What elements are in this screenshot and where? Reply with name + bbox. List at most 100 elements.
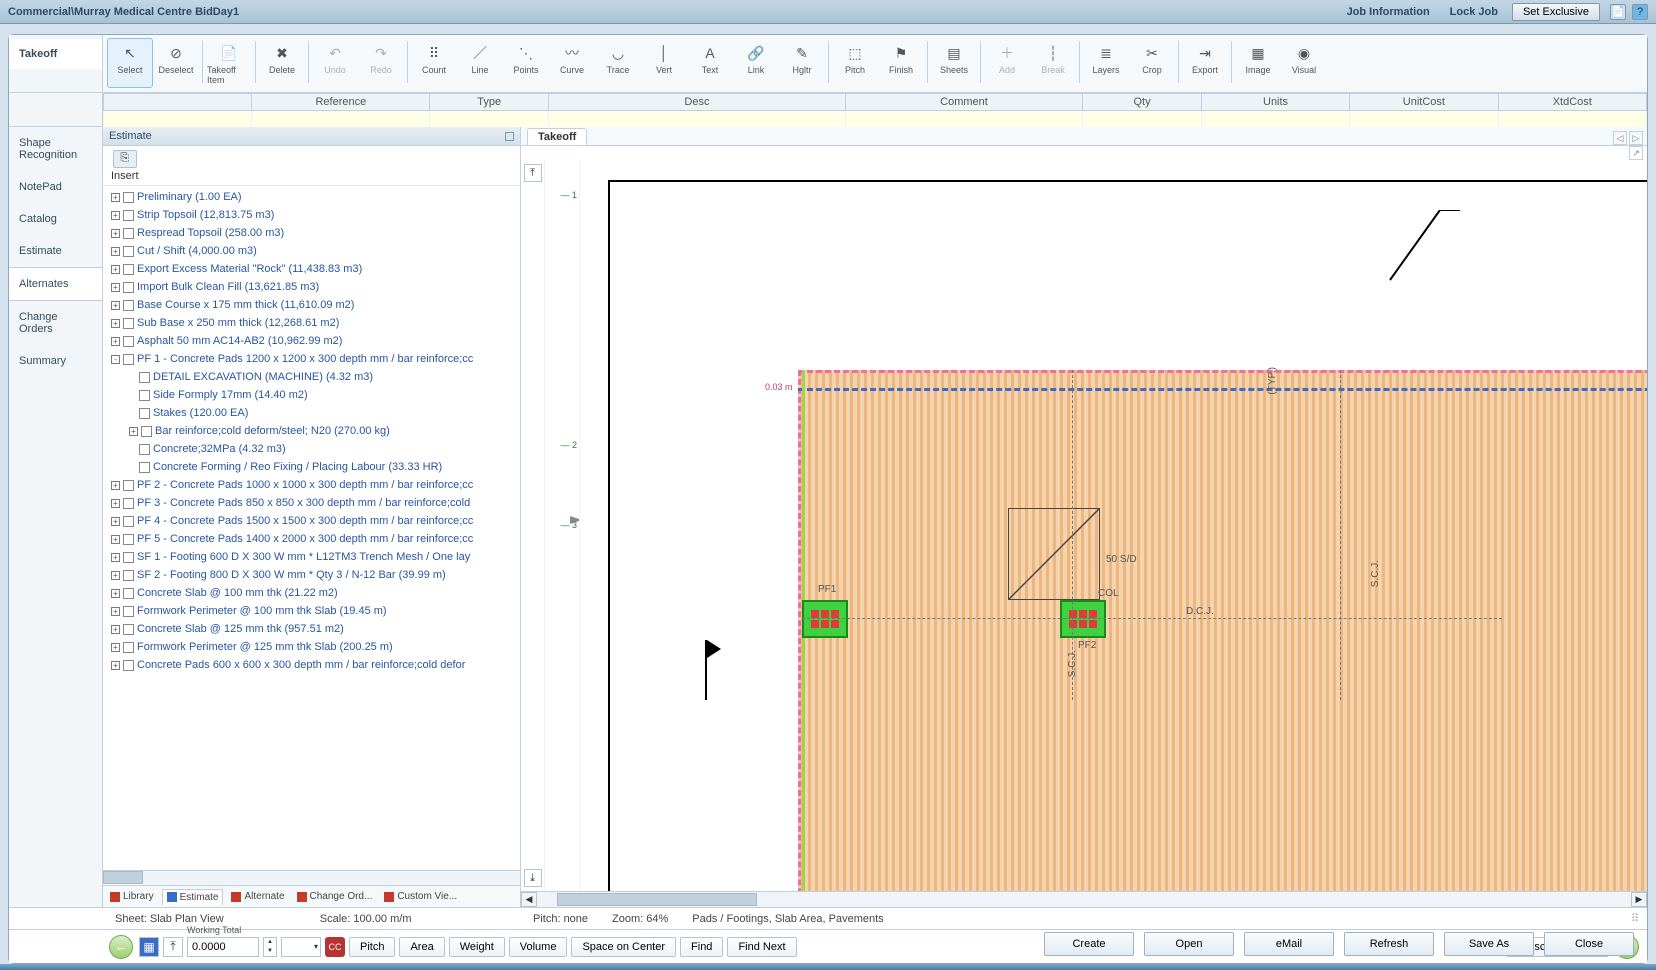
scroll-bottom-icon[interactable]: ⤓ bbox=[524, 869, 542, 887]
create-button[interactable]: Create bbox=[1044, 932, 1134, 956]
tool-select[interactable]: ↖Select bbox=[107, 38, 153, 88]
expand-icon[interactable]: + bbox=[111, 319, 120, 328]
resize-grip-icon[interactable]: ⠿ bbox=[1631, 912, 1647, 925]
col-Qty[interactable]: Qty bbox=[1083, 94, 1202, 111]
cell-UnitCost[interactable] bbox=[1350, 111, 1498, 128]
set-exclusive-button[interactable]: Set Exclusive bbox=[1512, 3, 1600, 21]
checkbox[interactable] bbox=[123, 282, 134, 293]
ptab-custom-view[interactable]: Custom Vie... bbox=[380, 889, 461, 904]
tool-crop[interactable]: ✂Crop bbox=[1129, 38, 1175, 88]
canvas-h-scrollbar[interactable]: ◀▶ bbox=[521, 891, 1647, 907]
expand-icon[interactable]: + bbox=[111, 229, 120, 238]
lock-job-link[interactable]: Lock Job bbox=[1450, 6, 1498, 18]
cell-Type[interactable] bbox=[430, 111, 549, 128]
checkbox[interactable] bbox=[123, 336, 134, 347]
checkbox[interactable] bbox=[123, 354, 134, 365]
tree-item[interactable]: +Import Bulk Clean Fill (13,621.85 m3) bbox=[111, 278, 516, 296]
tab-shape-recognition[interactable]: Shape Recognition bbox=[9, 127, 102, 171]
tool-hgltr[interactable]: ✎Hgltr bbox=[779, 38, 825, 88]
expand-icon[interactable]: + bbox=[111, 499, 120, 508]
tab-alternates[interactable]: Alternates bbox=[9, 267, 102, 301]
tab-summary[interactable]: Summary bbox=[9, 345, 102, 377]
tool-sheets[interactable]: ▤Sheets bbox=[931, 38, 977, 88]
checkbox[interactable] bbox=[123, 480, 134, 491]
email-button[interactable]: eMail bbox=[1244, 932, 1334, 956]
col-Desc[interactable]: Desc bbox=[549, 94, 846, 111]
tree-item[interactable]: +PF 2 - Concrete Pads 1000 x 1000 x 300 … bbox=[111, 476, 516, 494]
tree-item[interactable]: Concrete Forming / Reo Fixing / Placing … bbox=[111, 458, 516, 476]
checkbox[interactable] bbox=[139, 462, 150, 473]
pad-marker-pf2[interactable] bbox=[1060, 600, 1106, 638]
cell-Reference[interactable] bbox=[252, 111, 430, 128]
tree-item[interactable]: -PF 1 - Concrete Pads 1200 x 1200 x 300 … bbox=[111, 350, 516, 368]
job-information-link[interactable]: Job Information bbox=[1347, 6, 1430, 18]
tree-h-scrollbar[interactable] bbox=[103, 870, 520, 885]
expand-icon[interactable]: + bbox=[111, 265, 120, 274]
tree-item[interactable]: Stakes (120.00 EA) bbox=[111, 404, 516, 422]
tree-item[interactable]: +Sub Base x 250 mm thick (12,268.61 m2) bbox=[111, 314, 516, 332]
tree-item[interactable]: +Concrete Pads 600 x 600 x 300 depth mm … bbox=[111, 656, 516, 674]
tree-item[interactable]: +PF 5 - Concrete Pads 1400 x 2000 x 300 … bbox=[111, 530, 516, 548]
expand-icon[interactable]: + bbox=[111, 589, 120, 598]
tab-change-orders[interactable]: Change Orders bbox=[9, 301, 102, 345]
tree-item[interactable]: +SF 2 - Footing 800 D X 300 W mm * Qty 3… bbox=[111, 566, 516, 584]
expand-icon[interactable]: + bbox=[111, 193, 120, 202]
checkbox[interactable] bbox=[139, 408, 150, 419]
expand-icon[interactable]: + bbox=[111, 283, 120, 292]
checkbox[interactable] bbox=[123, 300, 134, 311]
checkbox[interactable] bbox=[141, 426, 152, 437]
tree-item[interactable]: +Strip Topsoil (12,813.75 m3) bbox=[111, 206, 516, 224]
ptab-estimate[interactable]: Estimate bbox=[162, 889, 224, 905]
saveas-button[interactable]: Save As bbox=[1444, 932, 1534, 956]
tree-item[interactable]: +Cut / Shift (4,000.00 m3) bbox=[111, 242, 516, 260]
tree-item[interactable]: +PF 4 - Concrete Pads 1500 x 1500 x 300 … bbox=[111, 512, 516, 530]
expand-icon[interactable]: + bbox=[111, 481, 120, 490]
checkbox[interactable] bbox=[123, 660, 134, 671]
tool-pitch[interactable]: ⬚Pitch bbox=[832, 38, 878, 88]
expand-icon[interactable]: - bbox=[111, 355, 120, 364]
expand-icon[interactable]: + bbox=[111, 607, 120, 616]
tree-item[interactable]: +Bar reinforce;cold deform/steel; N20 (2… bbox=[111, 422, 516, 440]
tab-prev-icon[interactable]: ◁ bbox=[1613, 131, 1627, 145]
checkbox[interactable] bbox=[123, 570, 134, 581]
help-icon[interactable]: ? bbox=[1632, 4, 1648, 20]
tree-item[interactable]: +Formwork Perimeter @ 100 mm thk Slab (1… bbox=[111, 602, 516, 620]
tool-count[interactable]: ⠿Count bbox=[411, 38, 457, 88]
tool-text[interactable]: AText bbox=[687, 38, 733, 88]
cell-Comment[interactable] bbox=[845, 111, 1082, 128]
tool-finish[interactable]: ⚑Finish bbox=[878, 38, 924, 88]
cell-blank[interactable] bbox=[104, 111, 252, 128]
tree-item[interactable]: Concrete;32MPa (4.32 m3) bbox=[111, 440, 516, 458]
checkbox[interactable] bbox=[123, 642, 134, 653]
checkbox[interactable] bbox=[139, 444, 150, 455]
tool-line[interactable]: ／Line bbox=[457, 38, 503, 88]
cell-XtdCost[interactable] bbox=[1498, 111, 1646, 128]
pin-icon[interactable] bbox=[505, 132, 514, 141]
tab-estimate[interactable]: Estimate bbox=[9, 235, 102, 267]
col-XtdCost[interactable]: XtdCost bbox=[1498, 94, 1646, 111]
drawing-canvas[interactable]: 0.03 m bbox=[579, 160, 1647, 891]
col-UnitCost[interactable]: UnitCost bbox=[1350, 94, 1498, 111]
col-Units[interactable]: Units bbox=[1201, 94, 1349, 111]
checkbox[interactable] bbox=[123, 246, 134, 257]
tree-item[interactable]: +Respread Topsoil (258.00 m3) bbox=[111, 224, 516, 242]
expand-icon[interactable]: + bbox=[111, 337, 120, 346]
close-button[interactable]: Close bbox=[1544, 932, 1634, 956]
expand-icon[interactable]: + bbox=[111, 553, 120, 562]
col-blank[interactable] bbox=[104, 94, 252, 111]
cell-Qty[interactable] bbox=[1083, 111, 1202, 128]
ptab-alternate[interactable]: Alternate bbox=[227, 889, 288, 904]
expand-icon[interactable]: + bbox=[111, 643, 120, 652]
tree-item[interactable]: +Asphalt 50 mm AC14-AB2 (10,962.99 m2) bbox=[111, 332, 516, 350]
tool-trace[interactable]: ◡Trace bbox=[595, 38, 641, 88]
col-Type[interactable]: Type bbox=[430, 94, 549, 111]
tool-delete[interactable]: ✖Delete bbox=[259, 38, 305, 88]
drawing-tab-takeoff[interactable]: Takeoff bbox=[527, 128, 587, 145]
tab-next-icon[interactable]: ▷ bbox=[1629, 131, 1643, 145]
tool-points[interactable]: ⋱Points bbox=[503, 38, 549, 88]
checkbox[interactable] bbox=[123, 552, 134, 563]
tool-link[interactable]: 🔗Link bbox=[733, 38, 779, 88]
tree-item[interactable]: Side Formply 17mm (14.40 m2) bbox=[111, 386, 516, 404]
checkbox[interactable] bbox=[123, 498, 134, 509]
ptab-change-orders[interactable]: Change Ord... bbox=[293, 889, 377, 904]
